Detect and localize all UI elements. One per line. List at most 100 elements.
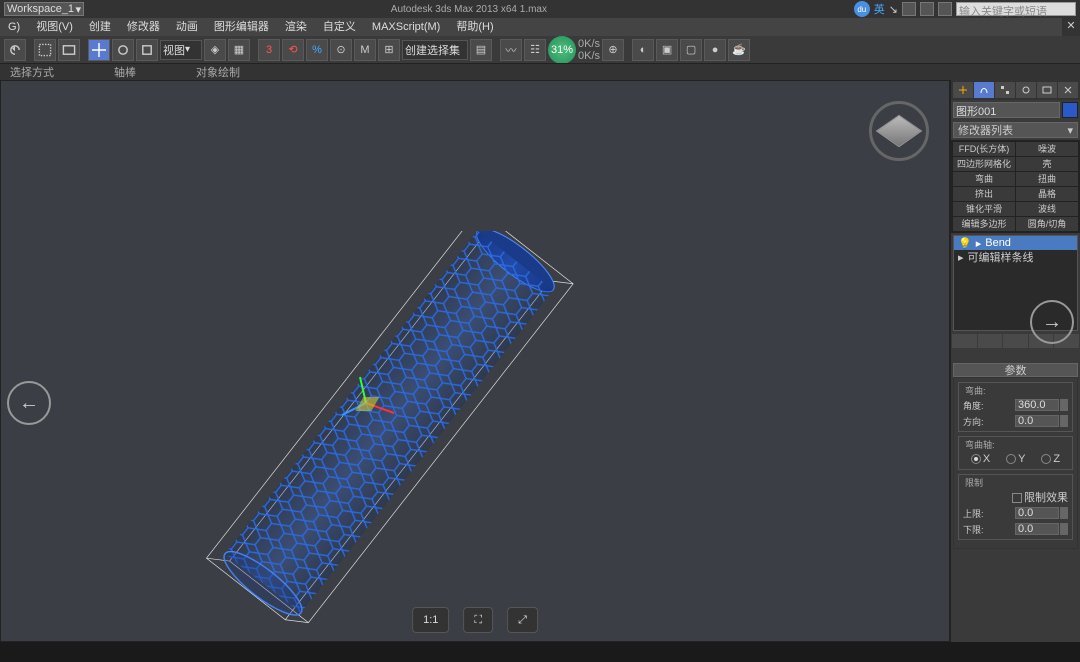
stack-spline[interactable]: ▸可编辑样条线 [954, 250, 1077, 264]
mod-editpoly[interactable]: 编辑多边形 [953, 217, 1015, 231]
mod-bend[interactable]: 弯曲 [953, 172, 1015, 186]
menu-customize[interactable]: 自定义 [315, 18, 364, 36]
tab-modify[interactable] [974, 82, 994, 98]
mod-fillet[interactable]: 圆角/切角 [1016, 217, 1078, 231]
menu-modifiers[interactable]: 修改器 [119, 18, 168, 36]
angle-label: 角度: [963, 399, 984, 412]
tab-hierarchy[interactable] [995, 82, 1015, 98]
select-lasso-button[interactable] [58, 39, 80, 61]
modifier-list-combo[interactable]: 修改器列表▾ [953, 122, 1078, 138]
baidu-icon[interactable]: du [854, 1, 870, 17]
axis-z-radio[interactable]: Z [1041, 453, 1060, 465]
menu-view[interactable]: 视图(V) [28, 18, 81, 36]
pin-stack-button[interactable] [952, 334, 977, 348]
select-filter-button[interactable]: ▦ [228, 39, 250, 61]
tab-display[interactable] [1037, 82, 1057, 98]
axis-x-radio[interactable]: X [971, 453, 990, 465]
render-frame-button[interactable]: ▢ [680, 39, 702, 61]
angle-spinner[interactable]: 360.0 [1015, 399, 1059, 411]
mod-quad[interactable]: 四边形网格化 [953, 157, 1015, 171]
rotate-button[interactable] [112, 39, 134, 61]
tab-utilities[interactable] [1058, 82, 1078, 98]
tab-create[interactable] [953, 82, 973, 98]
mod-extrude[interactable]: 挤出 [953, 187, 1015, 201]
extra1-button[interactable]: ⊕ [602, 39, 624, 61]
toggle1-icon[interactable] [902, 2, 916, 16]
menu-help[interactable]: 帮助(H) [448, 18, 501, 36]
toggle2-icon[interactable] [920, 2, 934, 16]
coord-system-combo[interactable]: 视图 ▾ [160, 40, 202, 60]
snap-angle-button[interactable]: ⟲ [282, 39, 304, 61]
show-result-button[interactable] [978, 334, 1003, 348]
progress-badge: 31% [548, 36, 576, 64]
mod-twist[interactable]: 扭曲 [1016, 172, 1078, 186]
pivot-button[interactable]: ◈ [204, 39, 226, 61]
sub-paint: 对象绘制 [196, 64, 240, 80]
angle-spin-arrows[interactable] [1060, 399, 1068, 411]
named-set-combo[interactable]: 创建选择集 [402, 40, 468, 60]
prev-arrow[interactable]: ← [7, 381, 51, 425]
command-panel: 图形001 修改器列表▾ FFD(长方体) 噪波 四边形网格化 壳 弯曲 扭曲 … [950, 80, 1080, 642]
ime-icon[interactable]: ↘ [889, 3, 898, 16]
fit-screen-button[interactable]: ⛶ [463, 607, 493, 633]
curve-editor-button[interactable]: 〰 [500, 39, 522, 61]
menu-grapheditors[interactable]: 图形编辑器 [206, 18, 277, 36]
schematic-button[interactable]: ☷ [524, 39, 546, 61]
mod-noise[interactable]: 噪波 [1016, 142, 1078, 156]
teapot-button[interactable]: ☕ [728, 39, 750, 61]
menu-maxscript[interactable]: MAXScript(M) [364, 18, 448, 36]
limit-effect-checkbox[interactable]: 限制效果 [1012, 489, 1068, 505]
menu-bar: G) 视图(V) 创建 修改器 动画 图形编辑器 渲染 自定义 MAXScrip… [0, 18, 1080, 36]
upper-spinner[interactable]: 0.0 [1015, 507, 1059, 519]
direction-spin-arrows[interactable] [1060, 415, 1068, 427]
select-rect-button[interactable] [34, 39, 56, 61]
viewcube[interactable] [869, 101, 929, 161]
main-toolbar: 视图 ▾ ◈ ▦ 3 ⟲ % ⊙ M ⊞ 创建选择集 ▤ 〰 ☷ 31% 0K/… [0, 36, 1080, 64]
material-button[interactable]: ◐ [632, 39, 654, 61]
quick-render-button[interactable]: ● [704, 39, 726, 61]
lower-spin-arrows[interactable] [1060, 523, 1068, 535]
lower-spinner[interactable]: 0.0 [1015, 523, 1059, 535]
axis-y-radio[interactable]: Y [1006, 453, 1025, 465]
undo-button[interactable] [4, 39, 26, 61]
menu-create[interactable]: 创建 [81, 18, 119, 36]
mod-lattice[interactable]: 晶格 [1016, 187, 1078, 201]
next-arrow[interactable]: → [1030, 300, 1074, 344]
perspective-viewport[interactable]: ← 1:1 ⛶ ⤢ [0, 80, 950, 642]
fullscreen-button[interactable]: ⤢ [507, 607, 538, 633]
scale-button[interactable] [136, 39, 158, 61]
mod-wave[interactable]: 波线 [1016, 202, 1078, 216]
mirror-button[interactable]: M [354, 39, 376, 61]
mod-taper[interactable]: 锥化平滑 [953, 202, 1015, 216]
modifier-buttons: FFD(长方体) 噪波 四边形网格化 壳 弯曲 扭曲 挤出 晶格 锥化平滑 波线… [951, 140, 1080, 233]
object-color-swatch[interactable] [1062, 102, 1078, 118]
mod-shell[interactable]: 壳 [1016, 157, 1078, 171]
snap-percent-button[interactable]: % [306, 39, 328, 61]
mod-ffd[interactable]: FFD(长方体) [953, 142, 1015, 156]
tab-motion[interactable] [1016, 82, 1036, 98]
upper-spin-arrows[interactable] [1060, 507, 1068, 519]
bend-group-label: 弯曲: [963, 384, 988, 397]
zoom-ratio-button[interactable]: 1:1 [412, 607, 449, 633]
menu-animation[interactable]: 动画 [168, 18, 206, 36]
unique-button[interactable] [1003, 334, 1028, 348]
mesh-object[interactable] [171, 231, 581, 642]
ime-indicator[interactable]: 英 [874, 1, 885, 17]
render-setup-button[interactable]: ▣ [656, 39, 678, 61]
command-panel-tabs [951, 80, 1080, 100]
close-button[interactable]: ✕ [1062, 18, 1080, 36]
menu-g[interactable]: G) [0, 18, 28, 36]
snap-button[interactable]: 3 [258, 39, 280, 61]
stack-bend[interactable]: 💡 ▸ Bend [954, 236, 1077, 250]
workspace-selector[interactable]: Workspace_1▾ [4, 2, 84, 16]
align-button[interactable]: ⊞ [378, 39, 400, 61]
object-name-input[interactable]: 图形001 [953, 102, 1060, 118]
snap-spinner-button[interactable]: ⊙ [330, 39, 352, 61]
layer-button[interactable]: ▤ [470, 39, 492, 61]
params-rollout-header[interactable]: 参数 [953, 363, 1078, 377]
menu-rendering[interactable]: 渲染 [277, 18, 315, 36]
move-button[interactable] [88, 39, 110, 61]
direction-spinner[interactable]: 0.0 [1015, 415, 1059, 427]
grid-icon[interactable] [938, 2, 952, 16]
search-input[interactable]: 输入关键字或短语 [956, 2, 1076, 16]
